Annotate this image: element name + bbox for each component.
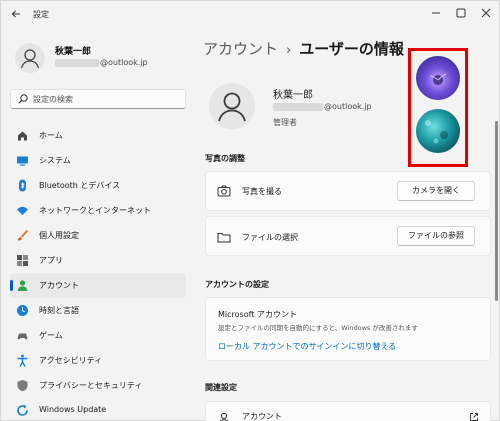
- maximize-icon: [456, 8, 466, 18]
- system-icon: [17, 156, 28, 166]
- user-silhouette-icon: [218, 92, 246, 122]
- related-account-label: アカウント: [242, 412, 282, 421]
- camera-icon: [217, 185, 231, 197]
- search-icon: [18, 94, 28, 104]
- user-role: 管理者: [273, 118, 297, 127]
- selection-indicator: [10, 280, 13, 291]
- app-title: 設定: [33, 10, 49, 19]
- profile-email: @outlook.jp: [55, 58, 148, 67]
- sidebar-item-label: 個人用設定: [39, 231, 79, 240]
- sidebar-item-windows-update[interactable]: Windows Update: [10, 398, 186, 421]
- related-account-row[interactable]: アカウント: [205, 401, 491, 421]
- redacted-email-mask: [55, 58, 99, 67]
- apps-icon: [17, 255, 28, 266]
- sidebar-item-privacy[interactable]: プライバシーとセキュリティ: [10, 373, 186, 398]
- home-icon: [18, 131, 27, 141]
- brush-icon: [18, 229, 29, 241]
- sidebar-item-label: Bluetooth とデバイス: [39, 181, 121, 190]
- sidebar-item-personalization[interactable]: 個人用設定: [10, 223, 186, 248]
- section-title-account-settings: アカウントの設定: [205, 280, 269, 289]
- microsoft-account-title: Microsoft アカウント: [218, 310, 297, 319]
- title-bar: 設定: [1, 1, 500, 29]
- take-photo-label: 写真を撮る: [242, 187, 282, 196]
- sidebar-item-gaming[interactable]: ゲーム: [10, 323, 186, 348]
- close-button[interactable]: [477, 5, 495, 21]
- user-silhouette-icon: [20, 49, 40, 69]
- sidebar-nav: ホーム システム Bluetooth とデバイス ネットワークとインターネット …: [10, 123, 186, 421]
- sidebar: 秋葉一郎 @outlook.jp ホーム システム Bluetooth とデバイ…: [1, 29, 193, 421]
- sidebar-item-label: アクセシビリティ: [39, 356, 103, 365]
- sidebar-item-time-language[interactable]: 時刻と言語: [10, 298, 186, 323]
- gaming-icon: [17, 333, 28, 340]
- account-outline-icon: [219, 412, 229, 421]
- minimize-icon: [432, 12, 440, 14]
- sidebar-item-home[interactable]: ホーム: [10, 123, 186, 148]
- account-icon: [17, 280, 28, 291]
- browse-files-button[interactable]: ファイルの参照: [397, 226, 475, 246]
- folder-icon: [217, 233, 231, 243]
- sidebar-item-label: 時刻と言語: [39, 306, 79, 315]
- time-language-icon: [17, 305, 28, 316]
- shield-icon: [17, 380, 28, 392]
- choose-file-row: ファイルの選択 ファイルの参照: [205, 216, 491, 256]
- sidebar-item-accessibility[interactable]: アクセシビリティ: [10, 348, 186, 373]
- microsoft-account-description: 設定とファイルの同期を自動的にすると、Windows が改善されます: [218, 324, 418, 332]
- search-input[interactable]: [33, 92, 183, 106]
- sidebar-item-apps[interactable]: アプリ: [10, 248, 186, 273]
- breadcrumb: アカウント › ユーザーの情報: [203, 38, 404, 59]
- close-icon: [481, 8, 491, 18]
- user-avatar: [209, 83, 255, 129]
- sidebar-item-label: Windows Update: [39, 405, 107, 414]
- sidebar-item-label: プライバシーとセキュリティ: [39, 381, 143, 390]
- page-title: ユーザーの情報: [299, 40, 404, 58]
- section-title-related: 関連設定: [205, 383, 237, 392]
- profile-name: 秋葉一郎: [55, 47, 92, 57]
- teal-crystal-photo: [416, 109, 460, 153]
- microsoft-account-card: Microsoft アカウント 設定とファイルの同期を自動的にすると、Windo…: [205, 297, 491, 361]
- bluetooth-icon: [19, 179, 26, 192]
- redacted-email-mask: [273, 102, 323, 111]
- switch-to-local-account-link[interactable]: ローカル アカウントでのサインインに切り替える: [218, 341, 396, 352]
- sidebar-item-label: アプリ: [39, 256, 63, 265]
- recent-photos-highlight: [408, 48, 468, 167]
- sidebar-item-label: ゲーム: [39, 331, 63, 340]
- arrow-left-icon: [11, 10, 20, 18]
- user-email-suffix: @outlook.jp: [324, 102, 372, 111]
- sidebar-profile[interactable]: 秋葉一郎 @outlook.jp: [15, 41, 193, 81]
- settings-window: 設定 秋葉一郎 @outlook.jp ホーム: [0, 0, 500, 421]
- avatar: [15, 43, 45, 73]
- sidebar-item-label: アカウント: [39, 281, 79, 290]
- section-title-photo: 写真の調整: [205, 154, 245, 163]
- external-link-icon: [470, 413, 478, 421]
- search-box[interactable]: [10, 89, 186, 109]
- recent-photo-2[interactable]: [416, 109, 460, 153]
- sidebar-item-system[interactable]: システム: [10, 148, 186, 173]
- update-icon: [17, 404, 28, 416]
- accessibility-icon: [17, 354, 28, 367]
- sidebar-item-bluetooth[interactable]: Bluetooth とデバイス: [10, 173, 186, 198]
- sidebar-item-network[interactable]: ネットワークとインターネット: [10, 198, 186, 223]
- user-email: @outlook.jp: [273, 102, 372, 111]
- scrollbar[interactable]: [495, 121, 498, 301]
- back-button[interactable]: [9, 8, 23, 22]
- breadcrumb-separator: ›: [286, 43, 292, 58]
- sidebar-item-label: ネットワークとインターネット: [39, 206, 151, 215]
- main-content: アカウント › ユーザーの情報 秋葉一郎 @outlook.jp 管理者 写真の…: [193, 29, 500, 421]
- sidebar-item-label: ホーム: [39, 131, 63, 140]
- sidebar-item-label: システム: [39, 156, 71, 165]
- network-icon: [17, 206, 28, 215]
- purple-flower-photo: [416, 56, 460, 100]
- take-photo-row: 写真を撮る カメラを開く: [205, 171, 491, 211]
- user-name: 秋葉一郎: [273, 90, 313, 101]
- minimize-button[interactable]: [427, 5, 445, 21]
- breadcrumb-parent[interactable]: アカウント: [203, 40, 278, 58]
- profile-email-suffix: @outlook.jp: [100, 58, 148, 67]
- open-camera-button[interactable]: カメラを開く: [397, 181, 475, 201]
- maximize-button[interactable]: [452, 5, 470, 21]
- choose-file-label: ファイルの選択: [242, 233, 298, 242]
- sidebar-item-accounts[interactable]: アカウント: [10, 273, 186, 298]
- recent-photo-1[interactable]: [416, 56, 460, 100]
